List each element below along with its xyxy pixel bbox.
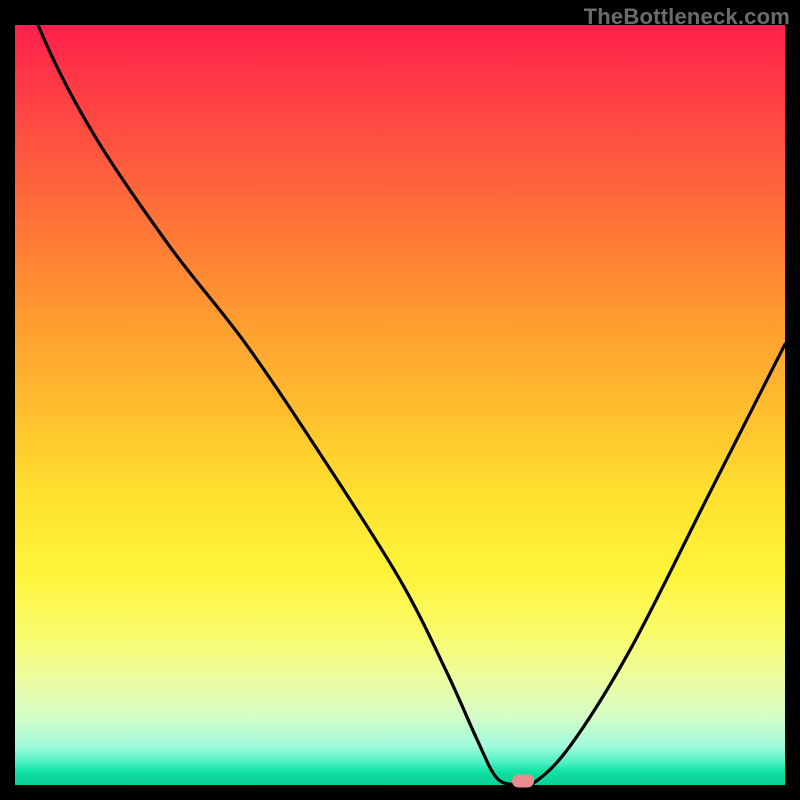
gradient-plot-area xyxy=(15,25,785,785)
chart-frame: TheBottleneck.com xyxy=(0,0,800,800)
optimal-point-marker xyxy=(512,775,534,788)
watermark-text: TheBottleneck.com xyxy=(584,4,790,30)
